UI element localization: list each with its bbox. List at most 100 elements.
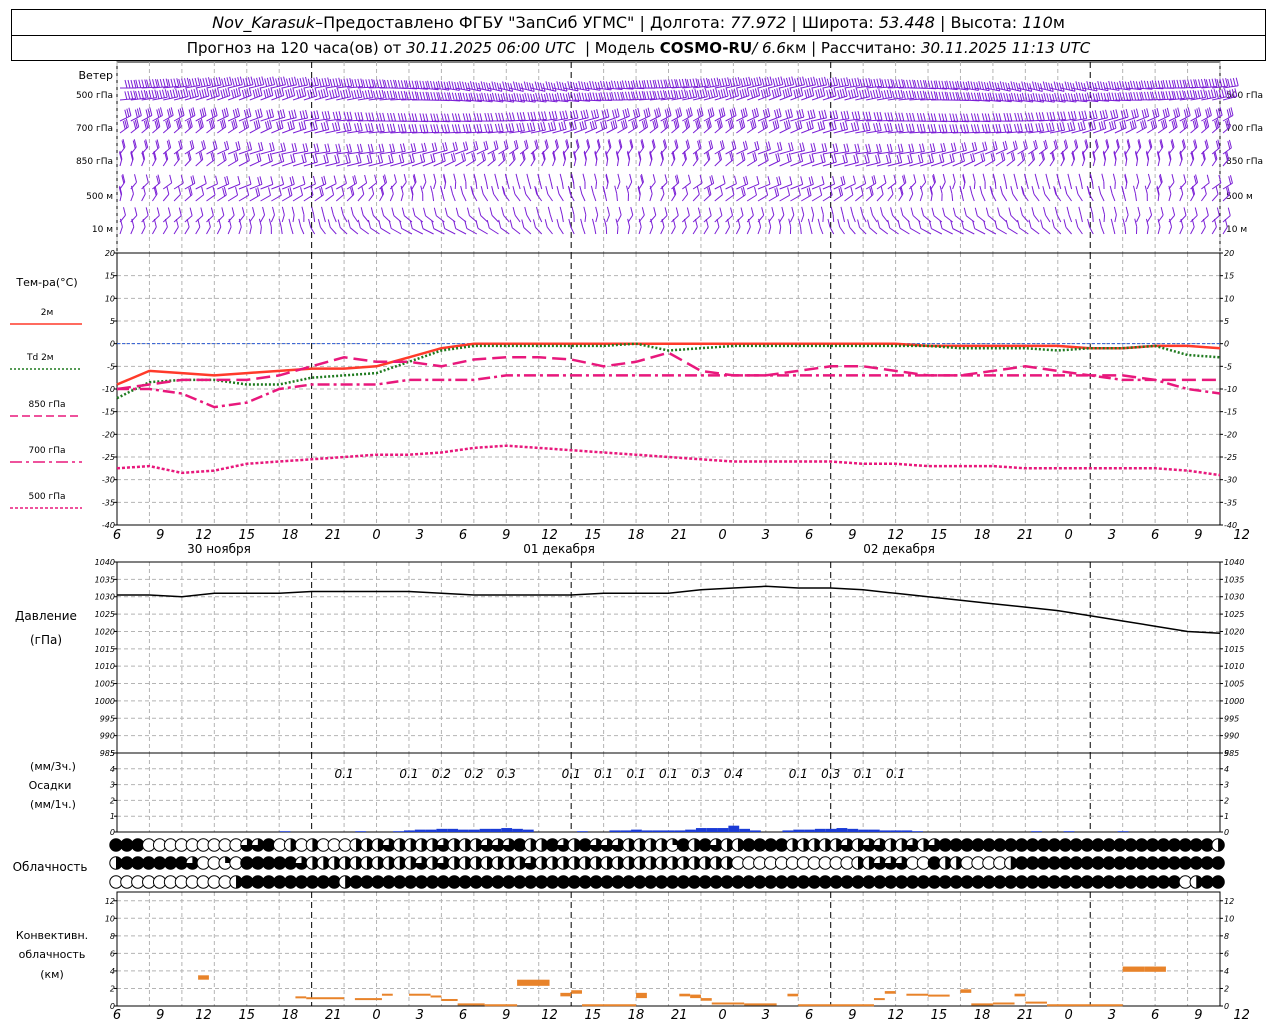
wind-barb-staff xyxy=(703,215,712,223)
wind-barb-feather xyxy=(943,142,947,152)
wind-barb-feather xyxy=(167,90,171,99)
wind-level-label-right: 850 гПа xyxy=(1226,157,1263,167)
wind-barb-feather xyxy=(269,153,273,162)
wind-barb-feather xyxy=(721,140,725,149)
wind-barb-feather xyxy=(600,80,604,89)
wind-barb-feather xyxy=(909,112,913,122)
wind-barb-feather xyxy=(172,89,176,98)
wind-barb-feather xyxy=(1014,123,1017,133)
temp-time-tick: 3 xyxy=(762,528,770,543)
precip-bar xyxy=(750,830,761,832)
wind-barb-feather xyxy=(282,109,286,118)
wind-barb-feather xyxy=(982,152,986,161)
wind-barb-feather xyxy=(326,121,330,130)
wind-barb-feather xyxy=(1194,109,1198,118)
wind-barb-feather xyxy=(381,143,385,152)
wind-barb-feather xyxy=(199,78,203,87)
wind-barb-feather xyxy=(124,91,128,100)
wind-barb-staff xyxy=(422,181,427,190)
wind-barb-feather xyxy=(302,110,306,119)
wind-barb-feather xyxy=(534,81,538,90)
wind-barb-feather xyxy=(371,186,375,195)
wind-barb-feather xyxy=(776,177,780,186)
wind-barb-feather xyxy=(591,110,594,119)
wind-barb-feather xyxy=(232,109,236,118)
wind-barb-staff xyxy=(141,182,149,190)
wind-barb-feather xyxy=(660,79,664,88)
precip-ytick-right: 1 xyxy=(1224,812,1229,821)
wind-barb-feather xyxy=(1059,122,1063,131)
wind-barb-feather xyxy=(214,140,218,149)
wind-barb-feather xyxy=(775,77,779,86)
wind-barb-feather xyxy=(854,144,858,153)
wind-barb-feather xyxy=(516,93,520,102)
wind-barb-feather xyxy=(338,143,342,152)
wind-barb-feather xyxy=(127,79,131,89)
wind-barb-feather xyxy=(719,141,723,150)
wind-barb-feather xyxy=(1073,110,1077,120)
wind-barb-feather xyxy=(223,186,227,196)
wind-barb-staff xyxy=(779,194,790,202)
wind-barb-feather xyxy=(1208,78,1212,88)
wind-barb-staff xyxy=(849,226,856,235)
wind-barb-staff xyxy=(811,194,822,202)
wind-barb-feather xyxy=(710,78,714,87)
wind-barb-feather xyxy=(154,89,158,98)
wind-barb-staff xyxy=(514,193,521,202)
wind-barb-feather xyxy=(411,124,415,133)
wind-barb-staff xyxy=(260,214,265,223)
wind-barb-staff xyxy=(292,194,303,202)
wind-barb-feather xyxy=(347,154,351,163)
wind-barb-staff xyxy=(790,183,803,190)
wind-barb-feather xyxy=(281,87,285,96)
wind-barb-feather xyxy=(409,154,413,163)
wind-barb-feather xyxy=(729,78,733,87)
wind-barb-staff xyxy=(931,228,943,235)
temp-time-tick: 3 xyxy=(1108,528,1116,543)
wind-barb-feather xyxy=(657,90,661,100)
wind-barb-feather xyxy=(1098,218,1102,228)
wind-barb-feather xyxy=(221,207,225,216)
wind-barb-feather xyxy=(467,82,471,91)
conv-time-tick: 15 xyxy=(931,1008,948,1023)
wind-barb-feather xyxy=(787,88,791,97)
wind-barb-feather xyxy=(963,113,967,122)
wind-barb-feather xyxy=(539,82,543,91)
wind-barb-feather xyxy=(724,77,728,86)
wind-barb-staff xyxy=(681,193,688,202)
wind-barb-feather xyxy=(978,81,982,90)
wind-barb-staff xyxy=(1200,193,1207,202)
wind-barb-feather xyxy=(182,89,186,98)
wind-barb-feather xyxy=(533,111,537,120)
wind-barb-feather xyxy=(694,218,698,228)
wind-barb-feather xyxy=(164,89,168,98)
wind-barb-feather xyxy=(292,87,296,96)
wind-barb-feather xyxy=(727,218,731,228)
precip-value-label: 0.1 xyxy=(659,767,678,781)
wind-barb-feather xyxy=(452,152,456,161)
conv-time-tick: 21 xyxy=(1017,1008,1034,1023)
wind-barb-feather xyxy=(257,109,261,118)
cloud-circle xyxy=(1211,856,1225,870)
wind-barb-feather xyxy=(1172,207,1176,216)
wind-barb-feather xyxy=(1010,92,1014,101)
wind-barb-feather xyxy=(531,83,535,92)
wind-barb-feather xyxy=(1213,218,1217,228)
wind-barb-feather xyxy=(401,153,405,163)
wind-barb-feather xyxy=(398,154,402,163)
wind-barb-feather xyxy=(457,113,461,122)
wind-barb-feather xyxy=(338,77,342,86)
temp-ytick-right: -35 xyxy=(1224,498,1237,507)
wind-barb-feather xyxy=(218,76,222,86)
wind-barb-feather xyxy=(952,91,956,101)
wind-barb-feather xyxy=(859,79,863,88)
wind-barb-feather xyxy=(772,121,776,130)
wind-barb-feather xyxy=(686,207,690,216)
wind-barb-feather xyxy=(346,111,350,121)
temp-ytick-left: 10 xyxy=(105,294,115,303)
wind-barb-feather xyxy=(312,154,316,164)
wind-barb-feather xyxy=(767,87,771,96)
wind-barb-feather xyxy=(837,78,841,87)
wind-barb-feather xyxy=(413,143,417,152)
wind-barb-feather xyxy=(806,121,810,131)
